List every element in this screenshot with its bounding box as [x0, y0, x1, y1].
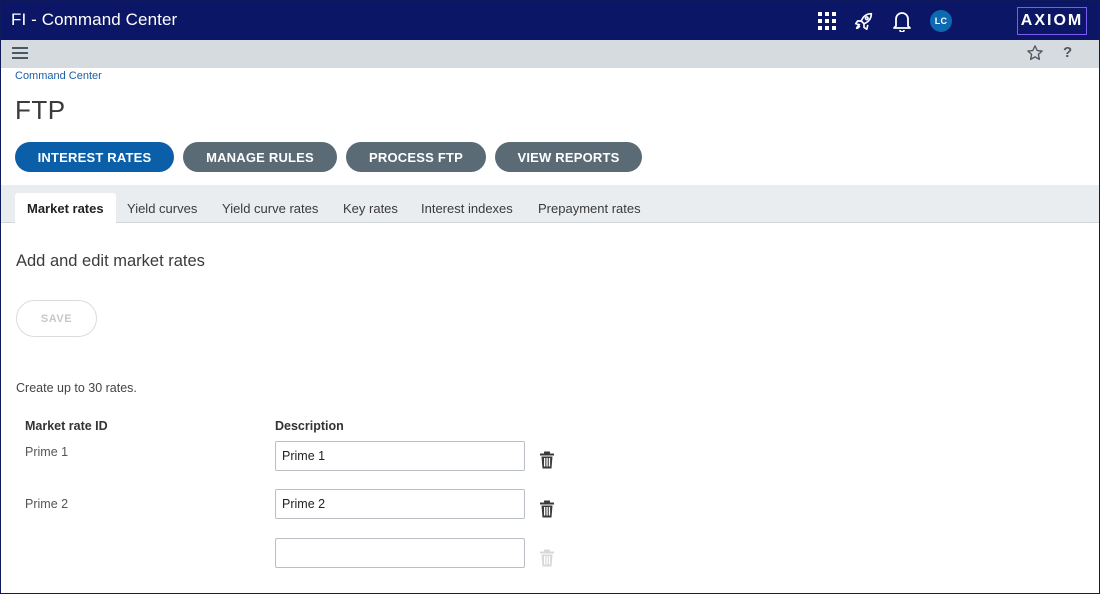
- app-title: FI - Command Center: [11, 10, 178, 29]
- star-icon[interactable]: [1026, 44, 1044, 67]
- process-ftp-button[interactable]: PROCESS FTP: [346, 142, 486, 172]
- description-input[interactable]: [275, 441, 525, 471]
- manage-rules-button[interactable]: MANAGE RULES: [183, 142, 337, 172]
- tab-bar: Market rates Yield curves Yield curve ra…: [1, 185, 1099, 223]
- trash-icon[interactable]: [539, 500, 555, 523]
- tab-yield-curve-rates[interactable]: Yield curve rates: [210, 193, 330, 223]
- tab-prepayment-rates[interactable]: Prepayment rates: [526, 193, 653, 223]
- axiom-logo: AXIOM: [1017, 7, 1087, 35]
- trash-icon[interactable]: [539, 451, 555, 474]
- page-title: FTP: [15, 95, 66, 125]
- description-input[interactable]: [275, 538, 525, 568]
- bell-icon[interactable]: [891, 10, 913, 32]
- tab-market-rates[interactable]: Market rates: [15, 193, 116, 223]
- view-reports-button[interactable]: VIEW REPORTS: [495, 142, 642, 172]
- interest-rates-button[interactable]: INTEREST RATES: [15, 142, 174, 172]
- column-header-market-rate-id: Market rate ID: [25, 419, 108, 433]
- description-input[interactable]: [275, 489, 525, 519]
- tab-interest-indexes[interactable]: Interest indexes: [409, 193, 525, 223]
- tab-key-rates[interactable]: Key rates: [331, 193, 410, 223]
- rocket-icon[interactable]: [853, 10, 875, 32]
- user-avatar[interactable]: LC: [930, 10, 952, 32]
- breadcrumb[interactable]: Command Center: [15, 70, 102, 82]
- help-icon[interactable]: ?: [1063, 44, 1072, 61]
- rate-limit-hint: Create up to 30 rates.: [16, 381, 137, 395]
- secondary-toolbar: ?: [1, 40, 1099, 68]
- market-rate-id: Prime 1: [25, 445, 69, 459]
- column-header-description: Description: [275, 419, 344, 433]
- tab-yield-curves[interactable]: Yield curves: [115, 193, 209, 223]
- hamburger-icon[interactable]: [12, 46, 28, 65]
- app-window: FI - Command Center LC AXIOM ? Command C…: [0, 0, 1100, 594]
- section-heading: Add and edit market rates: [16, 252, 205, 270]
- apps-grid-icon[interactable]: [816, 10, 838, 32]
- market-rate-id: Prime 2: [25, 497, 69, 511]
- save-button[interactable]: SAVE: [16, 300, 97, 337]
- trash-icon: [539, 549, 555, 572]
- top-bar: FI - Command Center LC AXIOM: [1, 1, 1099, 40]
